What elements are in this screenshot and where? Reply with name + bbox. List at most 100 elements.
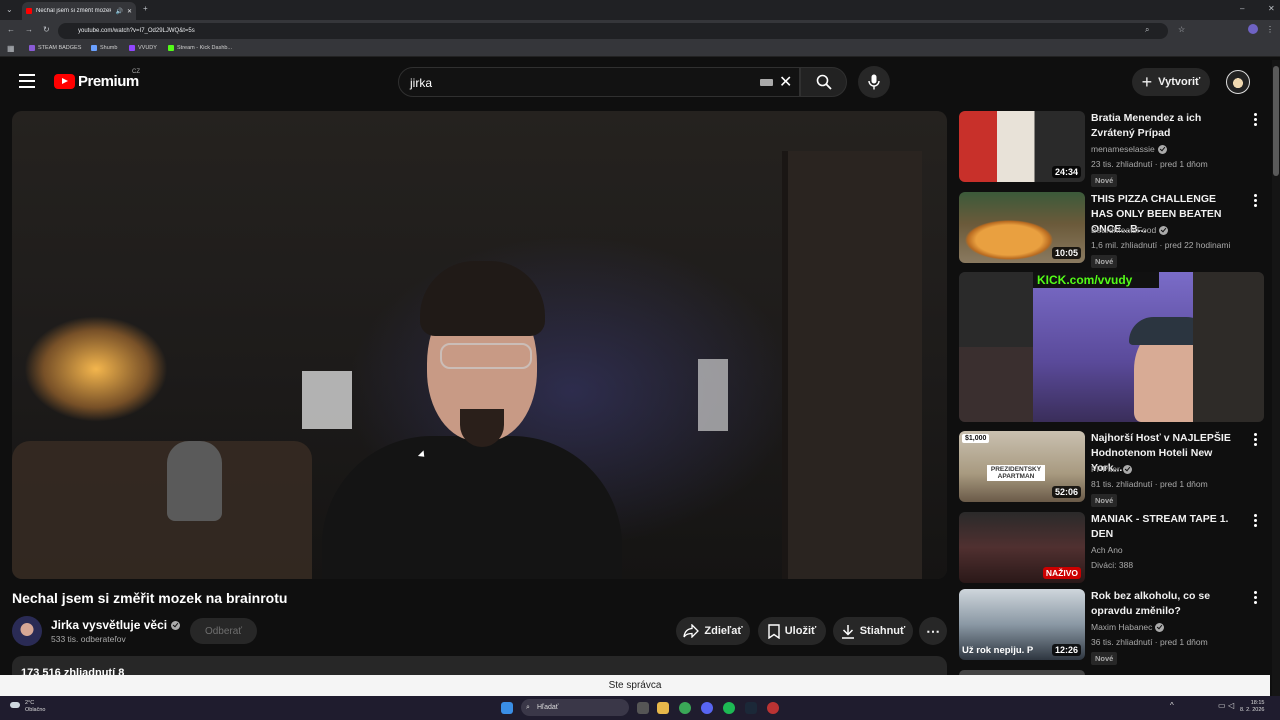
recommendation-channel[interactable]: Ach Ano xyxy=(1091,545,1123,555)
recommendation-item[interactable]: 24:34 Bratia Menendez a ich Zvrátený Prí… xyxy=(959,111,1264,187)
thumbnail-caption: PREZIDENTSKY APARTMAN xyxy=(987,465,1045,481)
windows-taskbar: 2°C Oblačno ⌕ Hľadať ^ ▭ ◁ 18:15 8. 2. 2… xyxy=(0,696,1280,720)
verified-icon xyxy=(1155,622,1165,632)
tab-list-icon[interactable]: ⌄ xyxy=(6,5,13,14)
youtube-favicon-icon xyxy=(26,8,32,14)
kebab-menu-icon[interactable] xyxy=(1252,194,1258,209)
recommendation-item[interactable]: Už rok nepiju. P 12:26 Rok bez alkoholu,… xyxy=(959,589,1264,665)
recommendation-channel[interactable]: BeardMeatsFood xyxy=(1091,225,1169,235)
new-tab-icon[interactable]: + xyxy=(143,4,148,13)
chrome-icon[interactable] xyxy=(679,702,691,714)
kebab-menu-icon[interactable] xyxy=(1252,514,1258,529)
video-duration: 52:06 xyxy=(1051,486,1081,498)
browser-tab[interactable]: Nechal jsem si změřit mozek 🔊 ✕ xyxy=(22,2,136,20)
apps-icon[interactable]: ▦ xyxy=(7,44,15,53)
share-button[interactable]: Zdieľať xyxy=(676,617,750,645)
spotify-icon[interactable] xyxy=(723,702,735,714)
more-actions-button[interactable]: ⋯ xyxy=(919,617,947,645)
scrollbar-thumb[interactable] xyxy=(1273,66,1279,176)
download-button[interactable]: Stiahnuť xyxy=(833,617,913,645)
back-icon[interactable]: ← xyxy=(7,25,15,34)
kebab-menu-icon[interactable] xyxy=(1252,591,1258,606)
discord-icon[interactable] xyxy=(701,702,713,714)
download-icon xyxy=(841,624,854,639)
user-avatar[interactable] xyxy=(1226,70,1250,94)
steam-icon[interactable] xyxy=(745,702,757,714)
url-field[interactable]: youtube.com/watch?v=I7_Od29LJWQ&t=5s xyxy=(58,23,1168,39)
save-button[interactable]: Uložiť xyxy=(758,617,826,645)
channel-name[interactable]: Jirka vysvětluje věci xyxy=(51,618,181,632)
bookmark-item[interactable]: STEAM BADGES xyxy=(29,45,81,51)
system-clock[interactable]: 18:15 8. 2. 2026 xyxy=(1240,700,1264,714)
recommendation-thumbnail[interactable]: 10:05 xyxy=(959,192,1085,263)
task-view-icon[interactable] xyxy=(637,702,649,714)
verified-icon xyxy=(1157,144,1167,154)
search-button[interactable] xyxy=(800,67,847,97)
recommendation-item[interactable]: $1,000 PREZIDENTSKY APARTMAN 52:06 Najho… xyxy=(959,431,1264,507)
bookmark-star-icon[interactable]: ☆ xyxy=(1178,25,1185,34)
file-explorer-icon[interactable] xyxy=(657,702,669,714)
price-tag: $1,000 xyxy=(962,434,990,443)
recommendation-item[interactable]: 10:05 THIS PIZZA CHALLENGE HAS ONLY BEEN… xyxy=(959,192,1264,268)
search-value: jirka xyxy=(410,76,433,90)
video-person-body xyxy=(322,436,622,579)
kebab-menu-icon[interactable] xyxy=(1252,113,1258,128)
audio-icon[interactable]: 🔊 xyxy=(115,8,122,15)
bookmark-item[interactable]: Stream - Kick Dashb... xyxy=(168,45,232,51)
subscribe-button[interactable]: Odberať xyxy=(190,618,257,644)
voice-search-button[interactable] xyxy=(858,66,890,98)
kick-banner: KICK.com/vvudy xyxy=(1033,272,1159,288)
recommendation-title[interactable]: Rok bez alkoholu, co se opravdu změnilo? xyxy=(1091,589,1241,619)
video-microphone xyxy=(167,441,222,521)
country-code: CZ xyxy=(132,69,140,75)
volume-icon[interactable]: ◁ xyxy=(1228,701,1234,710)
chrome-menu-icon[interactable]: ⋮ xyxy=(1266,25,1274,34)
recommendation-title[interactable]: Bratia Menendez a ich Zvrátený Prípad xyxy=(1091,111,1241,141)
search-input[interactable]: jirka ✕ xyxy=(398,67,800,97)
close-window-icon[interactable]: ✕ xyxy=(1268,4,1275,13)
recommendation-channel[interactable]: Maxim Habanec xyxy=(1091,622,1165,632)
weather-widget[interactable]: 2°C Oblačno xyxy=(10,700,46,714)
new-badge: Nové xyxy=(1091,174,1118,187)
minimize-icon[interactable]: – xyxy=(1240,4,1244,13)
kebab-menu-icon[interactable] xyxy=(1252,433,1258,448)
browser-tab-bar: ⌄ Nechal jsem si změřit mozek 🔊 ✕ + – ✕ xyxy=(0,0,1280,20)
recommendation-thumbnail[interactable]: Už rok nepiju. P 12:26 xyxy=(959,589,1085,660)
recommendation-meta: 1,6 mil. zhliadnutí · pred 22 hodinami xyxy=(1091,240,1231,250)
tray-chevron-icon[interactable]: ^ xyxy=(1170,701,1174,710)
forward-icon[interactable]: → xyxy=(25,25,33,34)
close-tab-icon[interactable]: ✕ xyxy=(127,8,132,15)
windows-start-icon[interactable] xyxy=(501,702,513,714)
recommendation-channel[interactable]: PPPlter xyxy=(1091,464,1132,474)
profile-icon[interactable] xyxy=(1248,24,1258,34)
clear-search-icon[interactable]: ✕ xyxy=(779,72,792,92)
recommendation-thumbnail[interactable]: 24:34 xyxy=(959,111,1085,182)
app-icon[interactable] xyxy=(767,702,779,714)
bookmark-item[interactable]: VVUDY xyxy=(129,45,157,51)
stream-shelf xyxy=(1193,272,1264,422)
video-player[interactable] xyxy=(12,111,947,579)
taskbar-search[interactable]: ⌕ Hľadať xyxy=(521,699,629,716)
recommendation-title[interactable]: MANIAK - STREAM TAPE 1. DEN xyxy=(1091,512,1241,542)
channel-avatar[interactable] xyxy=(12,616,42,646)
recommendation-thumbnail[interactable]: $1,000 PREZIDENTSKY APARTMAN 52:06 xyxy=(959,431,1085,502)
recommendation-meta: Diváci: 388 xyxy=(1091,560,1134,570)
video-person-glasses xyxy=(440,343,532,369)
create-button[interactable]: + Vytvoriť xyxy=(1132,68,1210,96)
subscriber-count: 533 tis. odberateľov xyxy=(51,634,126,644)
youtube-premium-logo[interactable]: Premium CZ xyxy=(54,69,140,90)
recommendation-item[interactable]: NAŽIVO MANIAK - STREAM TAPE 1. DEN Ach A… xyxy=(959,512,1264,583)
keyboard-icon[interactable] xyxy=(760,79,773,86)
thumbnail-caption: Už rok nepiju. P xyxy=(962,645,1034,656)
hamburger-menu-icon[interactable] xyxy=(19,74,35,88)
cloud-icon xyxy=(10,702,20,708)
new-badge: Nové xyxy=(1091,652,1118,665)
recommendation-channel[interactable]: menameselassie xyxy=(1091,144,1167,154)
reload-icon[interactable]: ↻ xyxy=(43,25,50,34)
kick-stream-card[interactable]: KICK.com/vvudy xyxy=(959,272,1264,422)
recommendation-thumbnail[interactable]: NAŽIVO xyxy=(959,512,1085,583)
network-icon[interactable]: ▭ xyxy=(1218,701,1226,710)
bookmark-item[interactable]: Shumb xyxy=(91,45,117,51)
zoom-icon[interactable]: ⌕ xyxy=(1145,25,1149,35)
recommendation-meta: 81 tis. zhliadnutí · pred 1 dňom xyxy=(1091,479,1208,489)
